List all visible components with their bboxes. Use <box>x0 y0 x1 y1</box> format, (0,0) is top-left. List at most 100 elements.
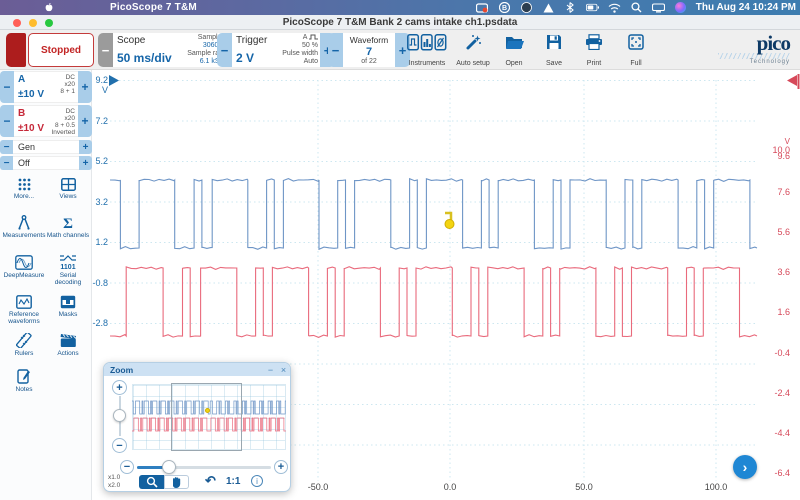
actions-clapper-icon <box>60 333 77 348</box>
sidebar-tool-measurements[interactable]: Measurements <box>2 215 46 239</box>
channel-b-body[interactable]: B ±10 V DC x20 8 + 0.5 Inverted <box>14 105 78 137</box>
trigger-source: A <box>303 34 307 41</box>
generator-row: − Gen + <box>0 140 92 154</box>
full-screen-button[interactable]: Full <box>618 34 654 67</box>
menu-clock[interactable]: Thu Aug 24 10:24 PM <box>696 2 796 13</box>
views-icon <box>61 178 76 191</box>
bluetooth-icon[interactable] <box>564 2 577 13</box>
zoom-overlay-window[interactable]: Zoom − × + − − + x1.0 x2.0 ↶ 1:1 i <box>103 362 291 492</box>
zoom-scale-readout: x1.0 x2.0 <box>108 474 120 490</box>
sidebar-tool-actions[interactable]: Actions <box>46 333 90 357</box>
right-axis-tick-label: -4.4 <box>760 428 790 438</box>
svg-text:B: B <box>502 5 507 12</box>
reference-waveforms-icon <box>16 295 32 309</box>
pan-tool-button[interactable] <box>164 475 189 489</box>
instruments-button[interactable]: Instruments <box>403 34 451 67</box>
channel-b-meta: DC x20 8 + 0.5 Inverted <box>52 108 76 136</box>
left-axis-unit: V <box>86 85 108 95</box>
zoom-trigger-dot <box>205 408 210 413</box>
pico-logo: pico Technology <box>718 34 790 65</box>
sidebar-tool-notes[interactable]: Notes <box>2 369 46 393</box>
timebase-value: 50 ms/div <box>117 51 181 65</box>
horizontal-scale-value: x1.0 <box>108 474 120 481</box>
zoom-selection-rect[interactable] <box>171 383 242 451</box>
expand-panel-fab[interactable]: › <box>733 455 757 479</box>
channel-a-body[interactable]: A ±10 V DC x20 8 + 1 <box>14 71 78 103</box>
sidebar-tool-more[interactable]: More... <box>2 178 46 200</box>
one-to-one-button[interactable]: 1:1 <box>226 476 240 487</box>
scope-panel[interactable]: Scope 50 ms/div <box>113 33 185 67</box>
rulers-icon <box>16 333 32 348</box>
sidebar-tool-rulers[interactable]: Rulers <box>2 333 46 357</box>
pulse-icon <box>309 34 318 40</box>
bottom-axis-tick-label: 0.0 <box>430 482 470 492</box>
gen-minus-button[interactable]: − <box>0 140 13 154</box>
right-axis-tick-label: 5.6 <box>760 227 790 237</box>
hand-icon <box>171 476 182 488</box>
b-app-icon[interactable]: B <box>498 2 511 13</box>
stopped-button[interactable]: Stopped <box>28 33 94 67</box>
sidebar-tool-masks[interactable]: Masks <box>46 295 90 318</box>
horizontal-zoom-slider-knob[interactable] <box>162 460 176 474</box>
siri-icon[interactable] <box>674 2 687 13</box>
vpn-triangle-icon[interactable] <box>542 2 555 13</box>
serial-decoding-icon: 1101 <box>59 255 77 270</box>
auto-setup-button[interactable]: Auto setup <box>452 34 494 67</box>
zoom-out-horizontal-button[interactable]: − <box>120 460 134 474</box>
scope-label: Scope <box>117 35 181 46</box>
save-button[interactable]: Save <box>536 34 572 67</box>
zoom-tool-button[interactable] <box>139 475 164 489</box>
open-button[interactable]: Open <box>496 34 532 67</box>
sidebar-tool-serial-decoding[interactable]: 1101 Serial decoding <box>46 255 90 286</box>
trigger-label: Trigger <box>236 35 272 46</box>
gen-label[interactable]: Gen <box>13 140 79 154</box>
measurements-icon <box>17 215 31 230</box>
masks-icon <box>60 295 76 309</box>
channel-a-name: A <box>18 74 25 85</box>
trigger-level-value: 2 V <box>236 51 272 65</box>
right-axis-tick-label: -2.4 <box>760 388 790 398</box>
trigger-marker-icon[interactable] <box>441 209 457 231</box>
channel-a-axis-marker[interactable] <box>108 74 122 88</box>
search-icon[interactable] <box>630 2 643 13</box>
document-title: PicoScope 7 T&M Bank 2 cams intake ch1.p… <box>0 17 800 28</box>
gen-plus-button[interactable]: + <box>79 140 92 154</box>
channel-b-minus-button[interactable]: − <box>0 105 14 137</box>
right-axis-tick-label: 3.6 <box>760 267 790 277</box>
gen-state-minus-button[interactable]: − <box>0 156 13 170</box>
wifi-icon[interactable] <box>608 2 621 13</box>
channel-b-axis-marker[interactable] <box>785 74 800 90</box>
chevron-right-icon: › <box>743 459 748 475</box>
dot-menu-icon[interactable] <box>520 2 533 13</box>
right-axis-tick-label: 1.6 <box>760 307 790 317</box>
zoom-in-horizontal-button[interactable]: + <box>274 460 288 474</box>
waveform-panel[interactable]: Waveform 7 of 22 <box>343 33 395 67</box>
undo-icon[interactable]: ↶ <box>205 473 216 489</box>
channel-b-range: ±10 V <box>18 123 44 134</box>
waveform-prev-button[interactable]: − <box>328 33 343 67</box>
channel-a-range: ±10 V <box>18 89 44 100</box>
gen-state-value[interactable]: Off <box>13 156 79 170</box>
sidebar-tool-reference-waveforms[interactable]: Reference waveforms <box>2 295 46 325</box>
apple-menu-icon[interactable] <box>44 2 54 13</box>
channel-sidebar: − A ±10 V DC x20 8 + 1 + − B ±10 V DC x2… <box>0 70 92 500</box>
info-icon[interactable]: i <box>251 475 263 487</box>
channel-a-minus-button[interactable]: − <box>0 71 14 103</box>
save-icon <box>546 34 562 50</box>
bottom-axis-tick-label: 100.0 <box>696 482 736 492</box>
menu-app-name[interactable]: PicoScope 7 T&M <box>110 2 197 13</box>
trigger-panel[interactable]: Trigger 2 V <box>232 33 276 67</box>
sidebar-tool-math-channels[interactable]: Σ Math channels <box>46 215 90 239</box>
timebase-minus-button[interactable]: − <box>98 33 113 67</box>
trigger-minus-button[interactable]: − <box>217 33 232 67</box>
left-axis-tick-label: -2.8 <box>86 318 108 328</box>
trigger-mode: Auto <box>304 58 318 65</box>
display-icon[interactable] <box>652 2 665 13</box>
sidebar-tool-deepmeasure[interactable]: DeepMeasure <box>2 255 46 279</box>
sidebar-tool-views[interactable]: Views <box>46 178 90 200</box>
stop-indicator-block[interactable] <box>6 33 26 67</box>
screen-record-icon[interactable] <box>476 2 489 13</box>
battery-icon[interactable] <box>586 2 599 13</box>
instruments-icon <box>407 34 447 51</box>
print-button[interactable]: Print <box>576 34 612 67</box>
